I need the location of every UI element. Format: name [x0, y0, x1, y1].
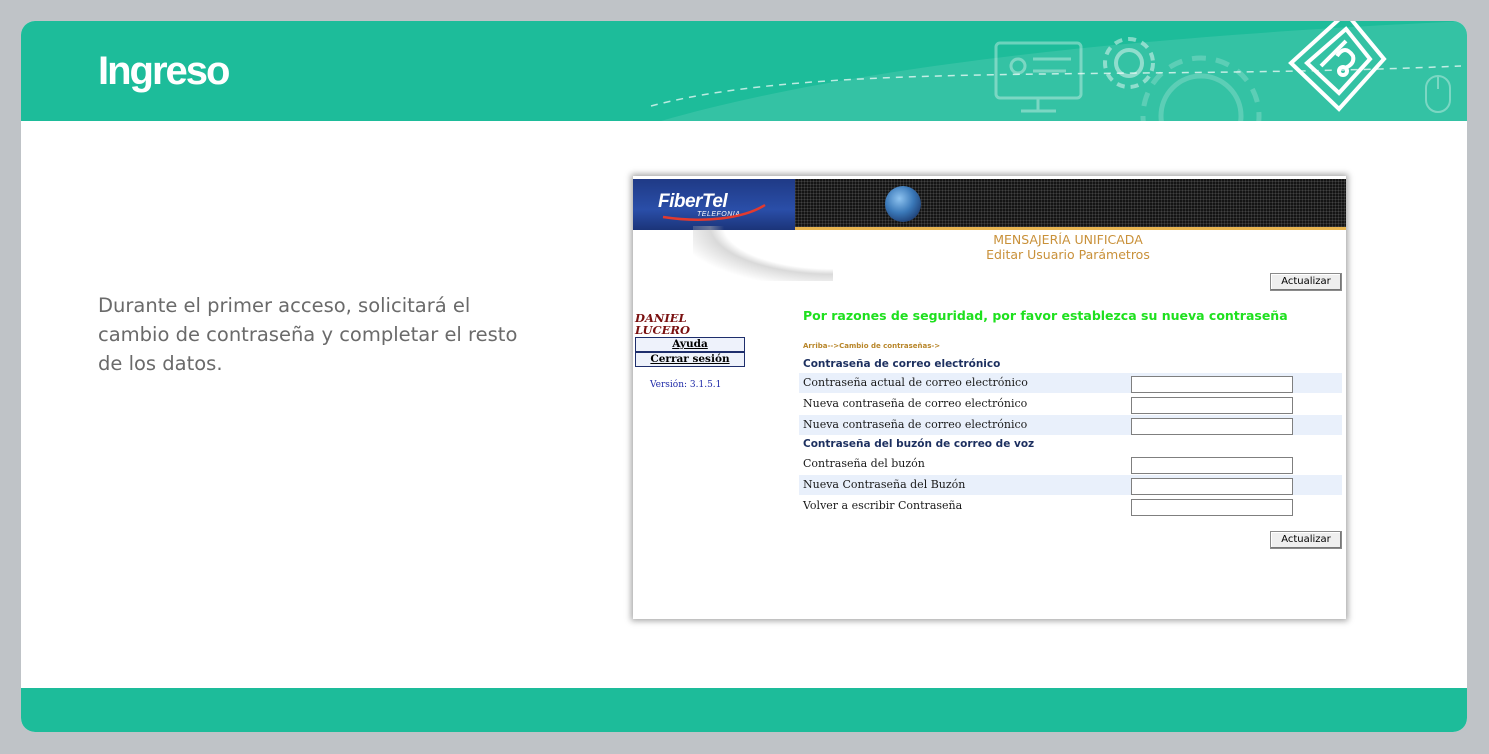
update-button-top[interactable]: Actualizar — [1270, 273, 1342, 291]
brand-banner: FiberTel TELEFONIA — [633, 179, 795, 230]
header-pattern — [795, 179, 1346, 227]
confirm-email-password-input[interactable] — [1131, 418, 1293, 435]
new-email-password-label: Nueva contraseña de correo electrónico — [803, 397, 1028, 410]
footer-bar — [21, 688, 1467, 732]
slide-title: Ingreso — [98, 49, 230, 93]
logo-swoosh-icon — [662, 203, 766, 221]
header-decoration — [650, 21, 1467, 121]
header-bar: Ingreso — [21, 21, 1467, 121]
slide-description: Durante el primer acceso, solicitará el … — [98, 294, 518, 375]
current-email-password-input[interactable] — [1131, 376, 1293, 393]
app-title-line2: Editar Usuario Parámetros — [986, 247, 1150, 262]
logout-button[interactable]: Cerrar sesión — [635, 352, 745, 367]
new-email-password-input[interactable] — [1131, 397, 1293, 414]
form-row: Contraseña del buzón — [799, 454, 1342, 474]
form-row: Nueva contraseña de correo electrónico — [799, 415, 1342, 435]
new-mailbox-password-label: Nueva Contraseña del Buzón — [803, 478, 966, 491]
security-message: Por razones de seguridad, por favor esta… — [803, 308, 1288, 323]
mailbox-password-input[interactable] — [1131, 457, 1293, 474]
form-row: Contraseña actual de correo electrónico — [799, 373, 1342, 393]
app-title-line1: MENSAJERÍA UNIFICADA — [993, 232, 1143, 247]
slide: Ingreso Durante el primer acceso, solici… — [21, 21, 1467, 732]
form-row: Nueva Contraseña del Buzón — [799, 475, 1342, 495]
retype-mailbox-password-label: Volver a escribir Contraseña — [803, 499, 963, 512]
form-row: Nueva contraseña de correo electrónico — [799, 394, 1342, 414]
form-row: Volver a escribir Contraseña — [799, 496, 1342, 516]
version-label: Versión: 3.1.5.1 — [650, 380, 722, 390]
app-title: MENSAJERÍA UNIFICADA Editar Usuario Pará… — [813, 232, 1323, 262]
mailbox-password-label: Contraseña del buzón — [803, 457, 925, 470]
globe-icon — [885, 186, 921, 222]
current-email-password-label: Contraseña actual de correo electrónico — [803, 376, 1028, 389]
email-section-heading: Contraseña de correo electrónico — [803, 358, 1001, 370]
breadcrumb[interactable]: Arriba-->Cambio de contraseñas-> — [803, 342, 940, 350]
confirm-email-password-label: Nueva contraseña de correo electrónico — [803, 418, 1028, 431]
user-name: DANIEL LUCERO — [635, 312, 690, 336]
new-mailbox-password-input[interactable] — [1131, 478, 1293, 495]
header-divider — [795, 227, 1346, 230]
user-last-name: LUCERO — [635, 323, 690, 337]
help-button[interactable]: Ayuda — [635, 337, 745, 352]
voicemail-section-heading: Contraseña del buzón de correo de voz — [803, 438, 1035, 450]
update-button-bottom[interactable]: Actualizar — [1270, 531, 1342, 549]
header-curve — [693, 226, 833, 281]
retype-mailbox-password-input[interactable] — [1131, 499, 1293, 516]
screenshot-frame: FiberTel TELEFONIA MENSAJERÍA UNIFICADA … — [633, 176, 1346, 619]
